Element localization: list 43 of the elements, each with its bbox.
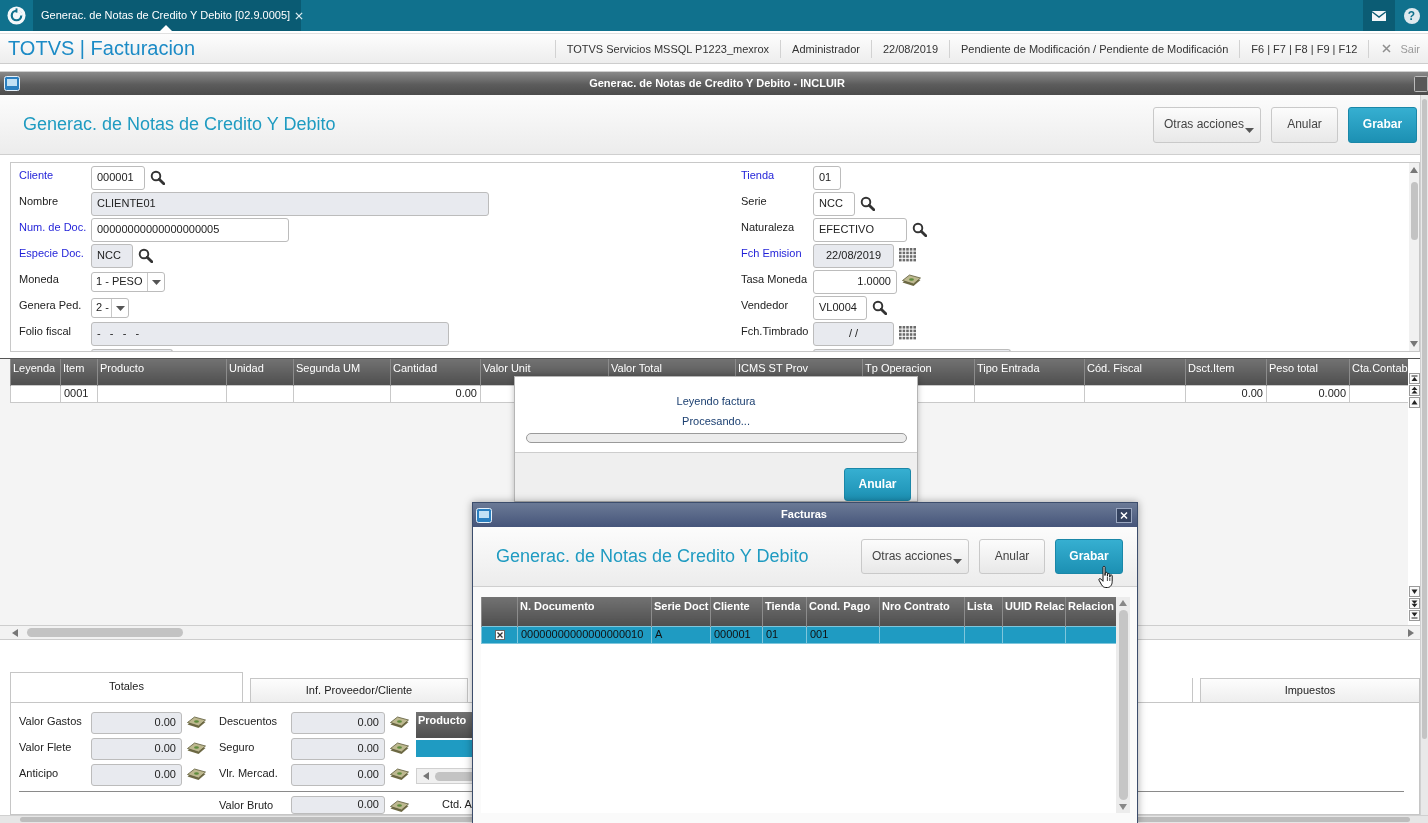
field-label: Vlr. Mercad.: [219, 766, 279, 781]
table-cell: 001: [806, 626, 880, 643]
table-cell: 0001: [60, 385, 98, 402]
field-label: Anticipo: [19, 766, 60, 781]
field-label: Valor Gastos: [19, 714, 83, 729]
field-label: Serie: [741, 194, 768, 209]
field-label: Num. de Doc.: [19, 220, 88, 235]
field-label: Fch.Timbrado: [741, 324, 810, 339]
status-text: Pendiente de Modificación / Pendiente de Modificación: [949, 39, 1240, 58]
field-label: Genera Ped.: [19, 298, 83, 313]
table-cell: 000001: [710, 626, 763, 643]
field-label: Tasa Moneda: [741, 272, 809, 287]
dialog-title: Facturas: [780, 508, 828, 522]
status-text: Procesando...: [682, 414, 750, 428]
field-label: Tienda: [741, 168, 776, 183]
table-cell: 0.000: [1266, 385, 1350, 402]
window-title: Generac. de Notas de Credito Y Debito - INCLUIR: [588, 76, 846, 91]
environment-text: TOTVS Servicios MSSQL P1223_mexrox: [554, 39, 781, 58]
table-cell: 00000000000000000010: [517, 626, 652, 643]
field-label: Descuentos: [219, 714, 279, 729]
field-label: Seguro: [219, 740, 256, 755]
table-cell: 0.00: [390, 385, 481, 402]
table-cell: 0.00: [1185, 385, 1267, 402]
field-label: Moneda: [19, 272, 60, 287]
field-label: Nombre: [19, 194, 60, 209]
field-label: Vendedor: [741, 298, 790, 313]
date-text: 22/08/2019: [870, 39, 949, 58]
field-label: Especie Doc.: [19, 246, 85, 261]
field-label: Ctd. A: [442, 797, 472, 812]
shortcut-keys-text: F6 | F7 | F8 | F9 | F12: [1239, 39, 1369, 58]
field-label: Folio fiscal: [19, 324, 72, 339]
user-name: Administrador: [780, 39, 871, 58]
page-title: Generac. de Notas de Credito Y Debito: [496, 545, 810, 568]
dialog-message: Leyendo factura: [676, 394, 756, 408]
app-title: TOTVS | Facturacion: [7, 36, 196, 61]
table-cell: 01: [762, 626, 807, 643]
field-label: Naturaleza: [741, 220, 796, 235]
page-title: Generac. de Notas de Credito Y Debito: [23, 113, 337, 136]
field-label: Valor Bruto: [219, 798, 275, 813]
table-cell: A: [651, 626, 711, 643]
field-label: Cliente: [19, 168, 55, 183]
field-label: Valor Flete: [19, 740, 73, 755]
field-label: Fch Emision: [741, 246, 803, 261]
